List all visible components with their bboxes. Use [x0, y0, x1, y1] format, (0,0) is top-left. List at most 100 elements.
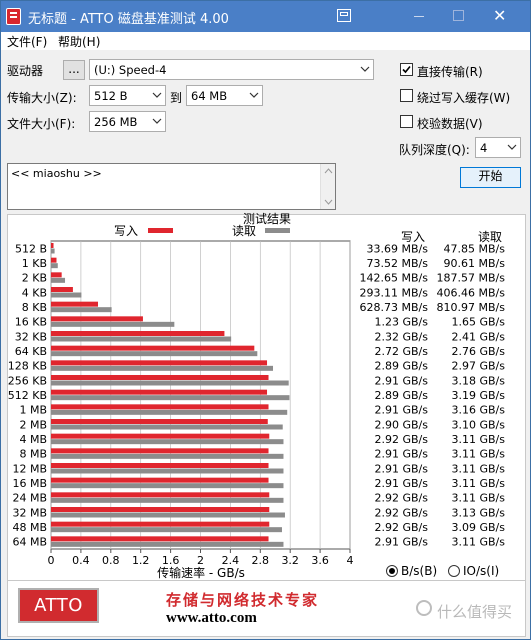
read-value-label: 3.11 GB/s	[452, 492, 506, 505]
bar-write	[51, 477, 269, 483]
y-tick-label: 16 KB	[15, 316, 47, 329]
read-value-label: 3.19 GB/s	[452, 389, 506, 402]
bar-write	[51, 257, 57, 263]
x-axis-label: 传输速率 - GB/s	[157, 565, 245, 580]
write-value-label: 2.92 GB/s	[375, 492, 429, 505]
write-value-label: 2.89 GB/s	[375, 360, 429, 373]
y-tick-label: 512 B	[15, 242, 47, 255]
write-value-label: 1.23 GB/s	[375, 316, 429, 329]
y-tick-label: 8 MB	[19, 448, 47, 461]
slogan-text: 存储与网络技术专家	[166, 591, 320, 609]
y-tick-label: 64 MB	[12, 536, 47, 549]
legend-read-swatch	[265, 228, 290, 233]
benchmark-chart: 测试结果 写入 读取 写入 读取 512 B1 KB2 KB4 KB8 KB16…	[8, 211, 506, 580]
y-tick-label: 128 KB	[8, 360, 47, 373]
bar-write	[51, 463, 269, 468]
bar-write	[51, 389, 268, 395]
write-value-label: 2.90 GB/s	[375, 418, 429, 431]
bar-read	[51, 439, 284, 445]
unit-bytes-radio[interactable]	[386, 565, 398, 577]
read-value-label: 3.13 GB/s	[452, 506, 506, 519]
y-tick-label: 32 MB	[12, 506, 47, 519]
y-tick-label: 12 MB	[12, 462, 47, 475]
write-value-label: 2.91 GB/s	[375, 404, 429, 417]
write-value-label: 2.92 GB/s	[375, 433, 429, 446]
write-value-label: 2.89 GB/s	[375, 389, 429, 402]
x-tick-label: 1.2	[132, 554, 150, 567]
value-columns: 33.69 MB/s 47.85 MB/s 73.52 MB/s 90.61 MB/s…	[360, 242, 506, 548]
bar-read	[51, 307, 112, 313]
write-value-label: 73.52 MB/s	[367, 257, 429, 270]
write-value-label: 2.92 GB/s	[375, 506, 429, 519]
bar-write	[51, 331, 225, 336]
bar-write	[51, 448, 269, 454]
write-value-label: 2.91 GB/s	[375, 462, 429, 475]
bar-read	[51, 277, 66, 283]
unit-bytes-label[interactable]: B/s(B)	[401, 564, 437, 578]
read-value-label: 47.85 MB/s	[444, 242, 506, 255]
bar-read	[51, 483, 284, 489]
x-tick-label: 0.8	[102, 554, 120, 567]
bar-read	[51, 248, 55, 254]
watermark-icon	[416, 600, 432, 616]
bar-write	[51, 419, 268, 424]
write-value-label: 2.91 GB/s	[375, 374, 429, 387]
write-value-label: 2.91 GB/s	[375, 477, 429, 490]
read-value-label: 3.11 GB/s	[452, 462, 506, 475]
y-tick-labels: 512 B 1 KB 2 KB4 KB 8 KB 16 KB32 KB 64 KB 128 …	[8, 242, 47, 548]
read-value-label: 2.76 GB/s	[452, 345, 506, 358]
write-value-label: 2.91 GB/s	[375, 536, 429, 549]
read-value-label: 90.61 MB/s	[444, 257, 506, 270]
atto-logo[interactable]: ATTO	[18, 588, 99, 623]
legend-write-label: 写入	[114, 224, 138, 238]
bar-write	[51, 316, 143, 322]
bar-write	[51, 404, 269, 410]
read-value-label: 2.41 GB/s	[452, 330, 506, 343]
unit-io-label[interactable]: IO/s(I)	[463, 564, 499, 578]
legend-read-label: 读取	[232, 224, 256, 238]
bar-write	[51, 375, 269, 380]
y-tick-label: 4 MB	[19, 433, 47, 446]
bar-write	[51, 243, 54, 248]
bar-read	[51, 527, 282, 533]
bar-read	[51, 321, 175, 327]
app-window: 无标题 - ATTO 磁盘基准测试 4.00 ✕ 文件(F) 帮助(H) 驱动器…	[0, 0, 531, 640]
read-value-label: 3.11 GB/s	[452, 448, 506, 461]
bar-write	[51, 507, 270, 512]
bar-read	[51, 424, 283, 430]
bar-read	[51, 453, 284, 459]
watermark-text: 什么值得买	[437, 603, 513, 621]
write-value-label: 2.91 GB/s	[375, 448, 429, 461]
y-tick-label: 2 KB	[22, 272, 47, 285]
read-value-label: 187.57 MB/s	[437, 272, 506, 285]
bar-write	[51, 536, 269, 542]
write-value-label: 628.73 MB/s	[360, 301, 429, 314]
bar-read	[51, 512, 285, 518]
legend-write-swatch	[148, 228, 173, 233]
x-tick-label: 2.8	[252, 554, 270, 567]
bar-write	[51, 521, 270, 527]
bar-write	[51, 345, 255, 351]
y-tick-label: 8 KB	[22, 301, 47, 314]
y-tick-label: 4 KB	[22, 286, 47, 299]
footer-slogan[interactable]: 存储与网络技术专家 www.atto.com	[166, 589, 319, 627]
y-tick-label: 24 MB	[12, 492, 47, 505]
y-tick-label: 1 KB	[22, 257, 47, 270]
write-value-label: 33.69 MB/s	[367, 242, 429, 255]
write-value-label: 2.72 GB/s	[375, 345, 429, 358]
x-tick-label: 4	[347, 554, 354, 567]
bar-read	[51, 263, 58, 269]
bar-read	[51, 497, 284, 503]
read-value-label: 810.97 MB/s	[437, 301, 506, 314]
write-value-label: 142.65 MB/s	[360, 272, 429, 285]
read-value-label: 3.18 GB/s	[452, 374, 506, 387]
read-value-label: 1.65 GB/s	[452, 316, 506, 329]
read-value-label: 3.11 GB/s	[452, 433, 506, 446]
unit-io-radio[interactable]	[448, 565, 460, 577]
bar-read	[51, 365, 274, 371]
bar-write	[51, 287, 73, 292]
x-tick-label: 0	[48, 554, 55, 567]
read-value-label: 2.97 GB/s	[452, 360, 506, 373]
read-value-label: 3.11 GB/s	[452, 477, 506, 490]
write-value-label: 2.32 GB/s	[375, 330, 429, 343]
